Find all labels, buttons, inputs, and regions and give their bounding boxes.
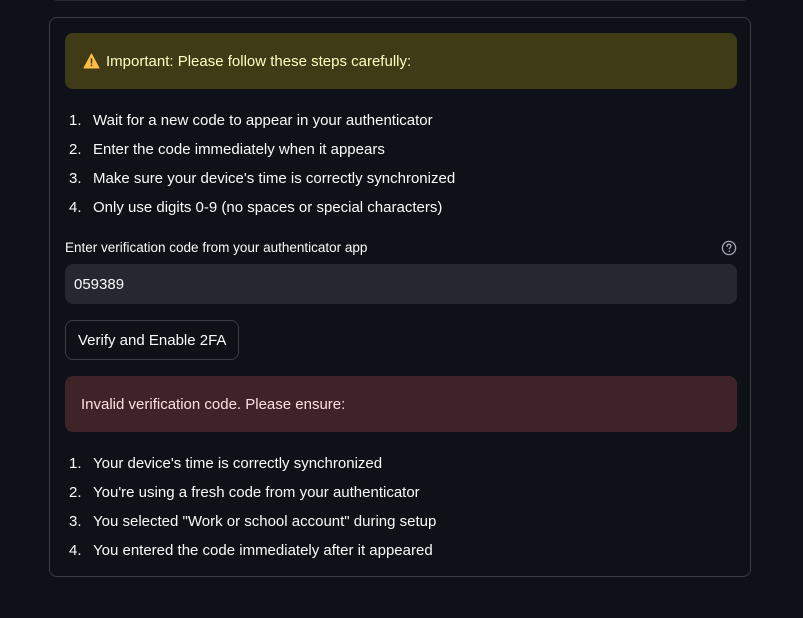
error-text: Invalid verification code. Please ensure… xyxy=(81,395,346,413)
list-item: 2. You're using a fresh code from your au… xyxy=(69,484,420,501)
list-item: 1. Your device's time is correctly synchr… xyxy=(69,455,383,472)
list-item: 3. Make sure your device's time is correc… xyxy=(69,170,456,187)
list-item: 1. Wait for a new code to appear in your … xyxy=(69,112,433,129)
instruction-steps: 1. Wait for a new code to appear in your … xyxy=(65,106,455,222)
list-item: 3. You selected "Work or school account" … xyxy=(69,513,437,530)
list-item: 2. Enter the code immediately when it app… xyxy=(69,141,385,158)
verification-code-input[interactable] xyxy=(65,264,737,304)
top-divider xyxy=(55,0,745,1)
warning-alert: Important: Please follow these steps car… xyxy=(65,33,737,89)
two-factor-card: Important: Please follow these steps car… xyxy=(49,17,751,577)
help-circle-icon[interactable] xyxy=(721,240,737,256)
ensure-list: 1. Your device's time is correctly synchr… xyxy=(65,449,436,565)
code-input-label: Enter verification code from your authen… xyxy=(65,240,368,255)
error-alert: Invalid verification code. Please ensure… xyxy=(65,376,737,432)
warning-text: Important: Please follow these steps car… xyxy=(106,52,412,70)
list-item: 4. Only use digits 0-9 (no spaces or spec… xyxy=(69,199,443,216)
verify-enable-2fa-button[interactable]: Verify and Enable 2FA xyxy=(65,320,240,360)
list-item: 4. You entered the code immediately after… xyxy=(69,542,433,559)
warning-icon xyxy=(83,53,100,69)
